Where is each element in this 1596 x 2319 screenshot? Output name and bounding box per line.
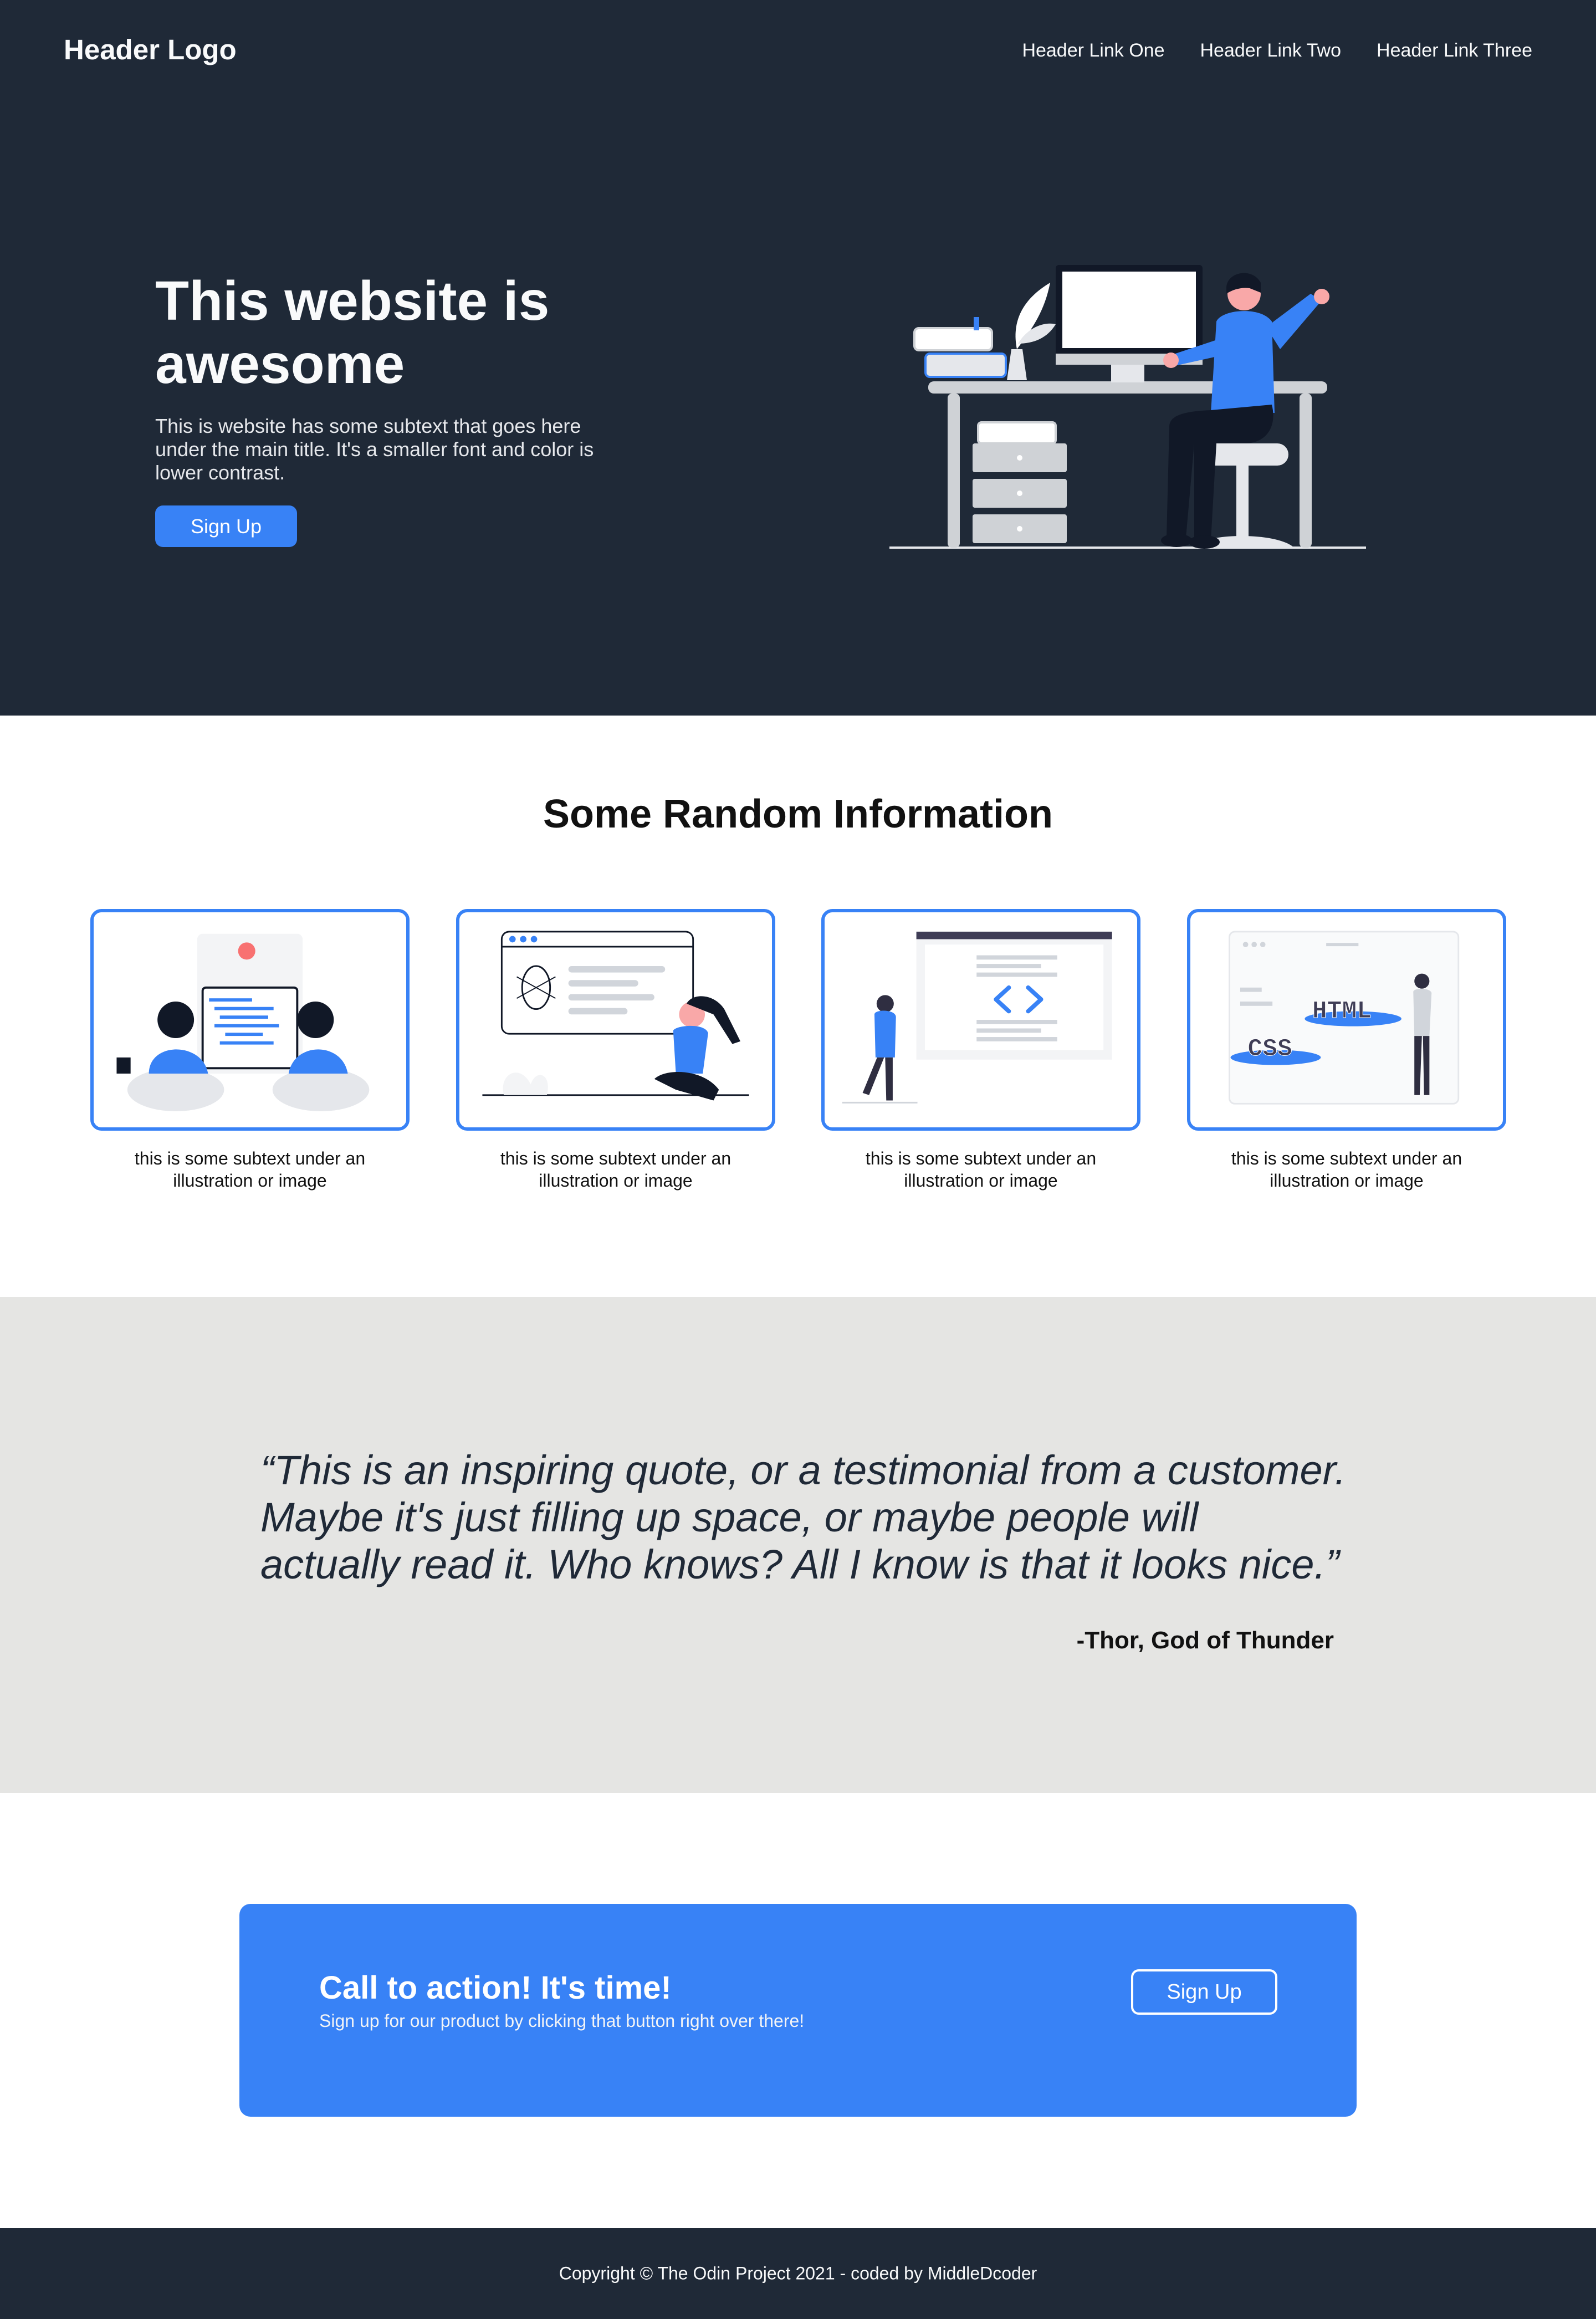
- html-css-illustration: HTML CSS: [1187, 909, 1506, 1131]
- header-nav: Header Link One Header Link Two Header L…: [1022, 40, 1532, 62]
- cta-subtitle: Sign up for our product by clicking that…: [319, 2011, 805, 2031]
- svg-text:CSS: CSS: [1248, 1035, 1292, 1063]
- footer-copyright: Copyright © The Odin Project 2021 - code…: [559, 2263, 1037, 2284]
- info-card: HTML CSS this is some subtext under an i…: [1187, 909, 1506, 1192]
- info-card: this is some subtext under an illustrati…: [90, 909, 410, 1192]
- nav-link-three[interactable]: Header Link Three: [1377, 40, 1532, 62]
- info-card-text: this is some subtext under an illustrati…: [865, 1148, 1097, 1191]
- quote-attribution: -Thor, God of Thunder: [1076, 1627, 1334, 1654]
- hero-title: This website is awesome: [155, 270, 550, 395]
- footer: Copyright © The Odin Project 2021 - code…: [0, 2228, 1596, 2319]
- info-card-text: this is some subtext under an illustrati…: [500, 1148, 732, 1191]
- info-card: this is some subtext under an illustrati…: [821, 909, 1140, 1192]
- info-section-title: Some Random Information: [543, 792, 1053, 836]
- header-logo[interactable]: Header Logo: [64, 33, 237, 66]
- person-at-desk-illustration: [889, 265, 1366, 549]
- nav-link-one[interactable]: Header Link One: [1022, 40, 1164, 62]
- info-card-text: this is some subtext under an illustrati…: [1231, 1148, 1462, 1191]
- testimonial-quote: “This is an inspiring quote, or a testim…: [260, 1447, 1347, 1587]
- bug-fixing-illustration: [456, 909, 775, 1131]
- team-laptop-illustration: [90, 909, 410, 1131]
- hero-section: Header Logo Header Link One Header Link …: [0, 0, 1596, 716]
- info-card-text: this is some subtext under an illustrati…: [134, 1148, 366, 1191]
- svg-text:HTML: HTML: [1312, 998, 1372, 1025]
- hero-signup-button[interactable]: Sign Up: [155, 505, 297, 547]
- call-to-action-box: Call to action! It's time! Sign up for o…: [239, 1904, 1357, 2117]
- info-card: this is some subtext under an illustrati…: [456, 909, 775, 1192]
- hero-subtitle: This is website has some subtext that go…: [155, 415, 594, 484]
- quote-section: “This is an inspiring quote, or a testim…: [0, 1297, 1596, 1793]
- nav-link-two[interactable]: Header Link Two: [1200, 40, 1341, 62]
- cta-signup-button[interactable]: Sign Up: [1131, 1969, 1277, 2015]
- cta-title: Call to action! It's time!: [319, 1970, 672, 2006]
- code-window-illustration: [821, 909, 1140, 1131]
